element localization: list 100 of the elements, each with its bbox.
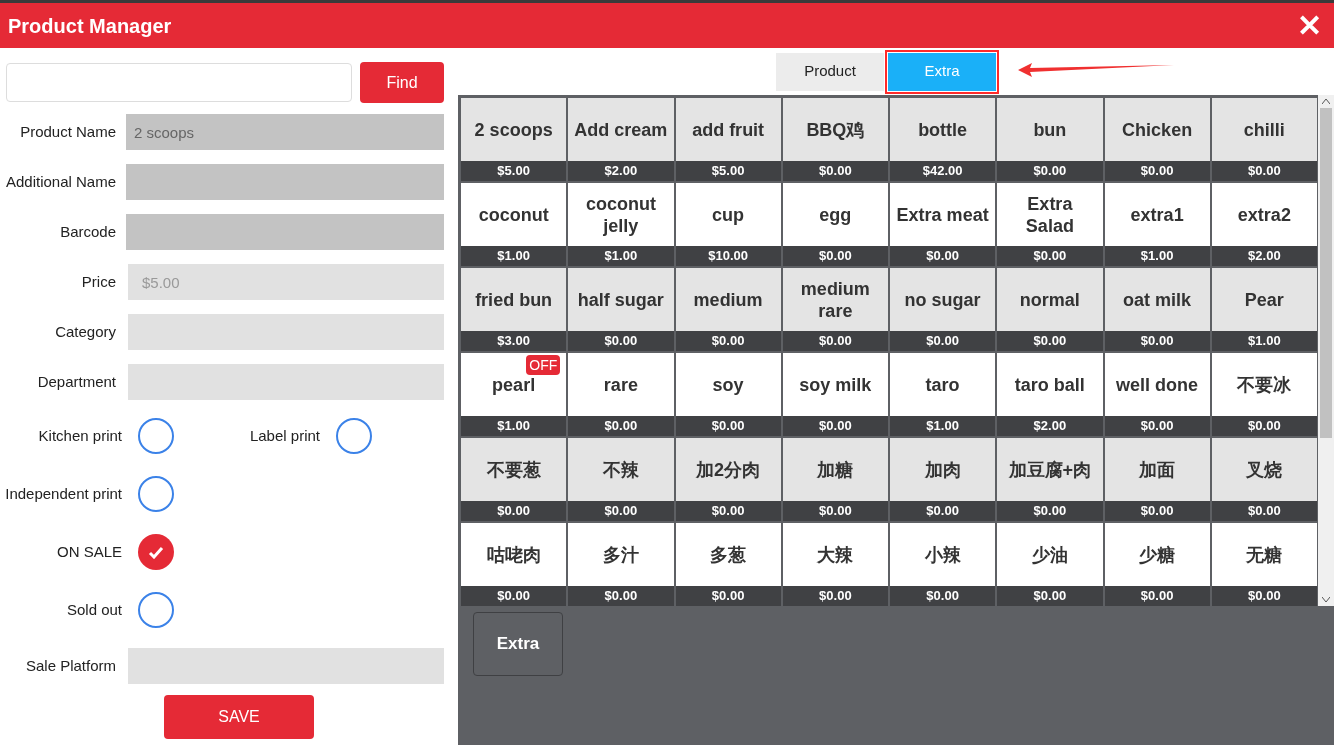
item-tile[interactable]: oat milk $0.00 (1104, 268, 1210, 351)
field-label: Barcode (59, 221, 117, 242)
item-tile[interactable]: 2 scoops $5.00 (461, 98, 567, 181)
item-price: $0.00 (782, 416, 888, 436)
item-tile[interactable]: extra2 $2.00 (1211, 183, 1317, 266)
close-button[interactable]: ✕ (1297, 10, 1326, 41)
scrollbar-thumb[interactable] (1320, 108, 1332, 438)
item-tile[interactable]: Extra meat $0.00 (890, 183, 996, 266)
item-name: add fruit (692, 118, 765, 141)
radio-button[interactable] (138, 418, 174, 454)
input-field[interactable] (128, 364, 444, 400)
field-label: Category (54, 321, 117, 342)
tab[interactable]: Product (776, 52, 884, 91)
window-title: Product Manager (8, 13, 172, 39)
item-tile[interactable]: 不辣 $0.00 (568, 438, 674, 521)
item-tile[interactable]: medium rare $0.00 (782, 268, 888, 351)
item-tile[interactable]: 多葱 $0.00 (675, 523, 781, 606)
item-tile[interactable]: BBQ鸡 $0.00 (782, 98, 888, 181)
item-tile[interactable]: Add cream $2.00 (568, 98, 674, 181)
item-name: BBQ鸡 (806, 118, 865, 141)
item-price: $0.00 (890, 586, 996, 606)
item-tile[interactable]: taro ball $2.00 (997, 353, 1103, 436)
input-field[interactable] (128, 648, 444, 684)
item-price: $0.00 (890, 246, 996, 266)
item-tile[interactable]: 加肉 $0.00 (890, 438, 996, 521)
item-name: chilli (1243, 118, 1285, 141)
item-price: $0.00 (1211, 586, 1317, 606)
item-tile[interactable]: Chicken $0.00 (1104, 98, 1210, 181)
item-name: 加2分肉 (696, 458, 761, 481)
radio-button[interactable] (138, 476, 174, 512)
item-tile[interactable]: coconut $1.00 (461, 183, 567, 266)
item-name: bun (1033, 118, 1067, 141)
item-price: $0.00 (1211, 501, 1317, 521)
input-field[interactable] (128, 314, 444, 350)
item-tile[interactable]: 加糖 $0.00 (782, 438, 888, 521)
item-tile[interactable]: add fruit $5.00 (675, 98, 781, 181)
save-button[interactable]: SAVE (164, 695, 314, 739)
item-price: $1.00 (461, 246, 567, 266)
item-tile[interactable]: Extra Salad $0.00 (997, 183, 1103, 266)
item-name: well done (1116, 373, 1199, 396)
item-name: normal (1019, 288, 1080, 311)
item-price: $0.00 (782, 246, 888, 266)
item-tile[interactable]: soy milk $0.00 (782, 353, 888, 436)
item-name: extra1 (1130, 203, 1184, 226)
item-name: 多汁 (602, 543, 639, 566)
item-tile[interactable]: extra1 $1.00 (1104, 183, 1210, 266)
item-tile[interactable]: coconut jelly $1.00 (568, 183, 674, 266)
item-tile[interactable]: 不要葱 $0.00 (461, 438, 567, 521)
radio-button[interactable] (336, 418, 372, 454)
item-tile[interactable]: 加豆腐+肉 $0.00 (997, 438, 1103, 521)
option-label: Sold out (65, 599, 122, 620)
item-tile[interactable]: no sugar $0.00 (890, 268, 996, 351)
item-price: $2.00 (568, 161, 674, 181)
item-tile[interactable]: 大辣 $0.00 (782, 523, 888, 606)
item-tile[interactable]: taro $1.00 (890, 353, 996, 436)
item-tile[interactable]: soy $0.00 (675, 353, 781, 436)
item-tile[interactable]: normal $0.00 (997, 268, 1103, 351)
item-price: $0.00 (997, 586, 1103, 606)
item-price: $5.00 (675, 161, 781, 181)
item-tile[interactable]: rare $0.00 (568, 353, 674, 436)
search-field[interactable] (6, 63, 352, 102)
item-price: $0.00 (1104, 331, 1210, 351)
item-tile[interactable]: 无糖 $0.00 (1211, 523, 1317, 606)
item-tile[interactable]: 不要冰 $0.00 (1211, 353, 1317, 436)
item-price: $0.00 (1211, 161, 1317, 181)
category-button[interactable]: Extra (473, 612, 563, 676)
item-tile[interactable]: 小辣 $0.00 (890, 523, 996, 606)
item-tile[interactable]: pearl $1.00 OFF (461, 353, 567, 436)
item-price: $0.00 (782, 501, 888, 521)
item-tile[interactable]: 加面 $0.00 (1104, 438, 1210, 521)
item-tile[interactable]: bottle $42.00 (890, 98, 996, 181)
item-tile[interactable]: 少油 $0.00 (997, 523, 1103, 606)
item-tile[interactable]: cup $10.00 (675, 183, 781, 266)
item-tile[interactable]: fried bun $3.00 (461, 268, 567, 351)
item-tile[interactable]: 加2分肉 $0.00 (675, 438, 781, 521)
item-tile[interactable]: egg $0.00 (782, 183, 888, 266)
item-tile[interactable]: 叉烧 $0.00 (1211, 438, 1317, 521)
item-price: $0.00 (568, 416, 674, 436)
item-tile[interactable]: 少糖 $0.00 (1104, 523, 1210, 606)
item-price: $1.00 (890, 416, 996, 436)
find-button[interactable]: Find (360, 62, 444, 103)
item-tile[interactable]: chilli $0.00 (1211, 98, 1317, 181)
item-name: coconut jelly (584, 192, 657, 237)
item-name: Extra meat (896, 203, 989, 226)
item-tile[interactable]: 多汁 $0.00 (568, 523, 674, 606)
item-price: $5.00 (461, 161, 567, 181)
item-price: $1.00 (1211, 331, 1317, 351)
item-tile[interactable]: bun $0.00 (997, 98, 1103, 181)
checked-radio[interactable] (138, 534, 174, 570)
item-price: $2.00 (1211, 246, 1317, 266)
item-tile[interactable]: well done $0.00 (1104, 353, 1210, 436)
item-tile[interactable]: half sugar $0.00 (568, 268, 674, 351)
item-tile[interactable]: 咕咾肉 $0.00 (461, 523, 567, 606)
item-tile[interactable]: Pear $1.00 (1211, 268, 1317, 351)
item-tile[interactable]: medium $0.00 (675, 268, 781, 351)
radio-button[interactable] (138, 592, 174, 628)
item-name: 无糖 (1246, 543, 1283, 566)
item-price: $0.00 (675, 501, 781, 521)
item-name: medium (693, 288, 763, 311)
option-label: Independent print (4, 483, 122, 504)
